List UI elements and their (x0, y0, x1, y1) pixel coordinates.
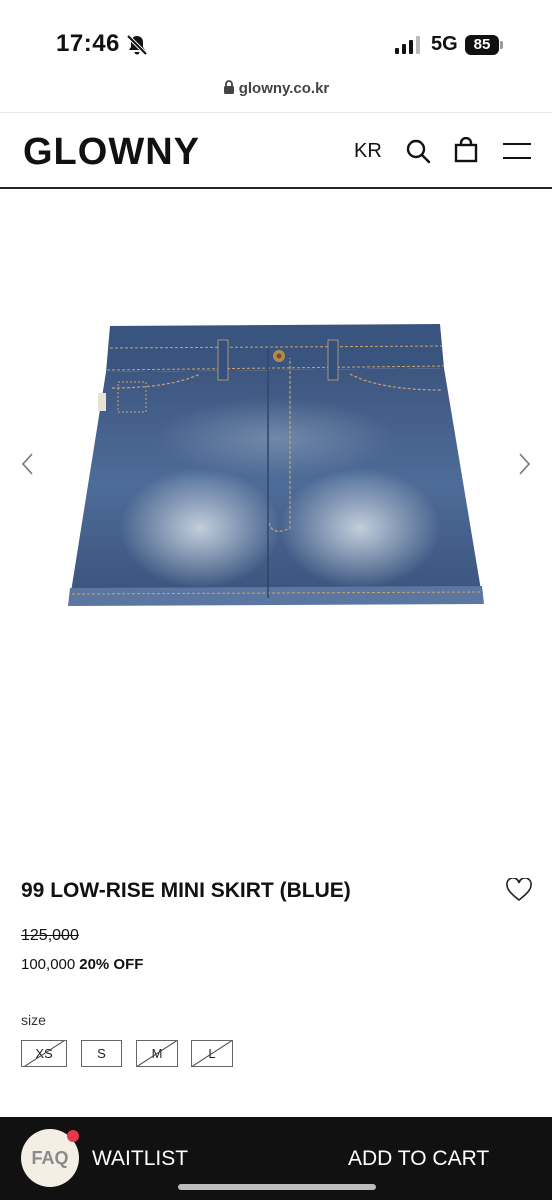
size-option-s[interactable]: S (81, 1040, 122, 1067)
size-option-l[interactable]: L (191, 1040, 233, 1067)
network-label: 5G (431, 33, 458, 55)
lock-icon (223, 80, 234, 94)
battery-level: 85 (465, 35, 499, 55)
status-bar: 17:46 5G 85 (0, 0, 552, 80)
size-option-label: XS (35, 1046, 53, 1061)
site-header: GLOWNY KR (0, 113, 552, 189)
size-option-label: L (208, 1046, 216, 1061)
discount-badge: 20% OFF (79, 956, 144, 973)
size-option-xs[interactable]: XS (21, 1040, 67, 1067)
brand-logo[interactable]: GLOWNY (23, 131, 200, 174)
chevron-right-icon[interactable] (514, 450, 534, 478)
menu-icon[interactable] (503, 141, 531, 161)
notification-dot (67, 1130, 79, 1142)
home-indicator (178, 1184, 376, 1190)
url-text: glowny.co.kr (238, 80, 330, 97)
original-price: 125,000 (21, 927, 79, 944)
add-to-cart-button[interactable]: ADD TO CART (348, 1147, 489, 1171)
bell-slash-icon (126, 34, 148, 56)
sale-price-row: 100,000 20% OFF (21, 956, 143, 973)
size-label: size (21, 1012, 46, 1028)
browser-url-bar[interactable]: glowny.co.kr (0, 80, 552, 110)
bag-icon[interactable] (454, 137, 478, 163)
signal-icon (395, 36, 420, 54)
size-option-m[interactable]: M (136, 1040, 178, 1067)
battery-cap (500, 41, 503, 49)
sale-price: 100,000 (21, 956, 76, 973)
status-time: 17:46 (56, 30, 120, 57)
size-option-label: M (151, 1046, 163, 1061)
product-name: 99 LOW-RISE MINI SKIRT (BLUE) (21, 879, 351, 902)
language-selector[interactable]: KR (354, 140, 382, 163)
size-option-label: S (97, 1046, 106, 1061)
search-icon[interactable] (405, 138, 431, 164)
waitlist-button[interactable]: WAITLIST (92, 1147, 188, 1171)
product-image[interactable] (60, 318, 492, 618)
heart-icon[interactable] (506, 878, 532, 902)
chevron-left-icon[interactable] (18, 450, 38, 478)
